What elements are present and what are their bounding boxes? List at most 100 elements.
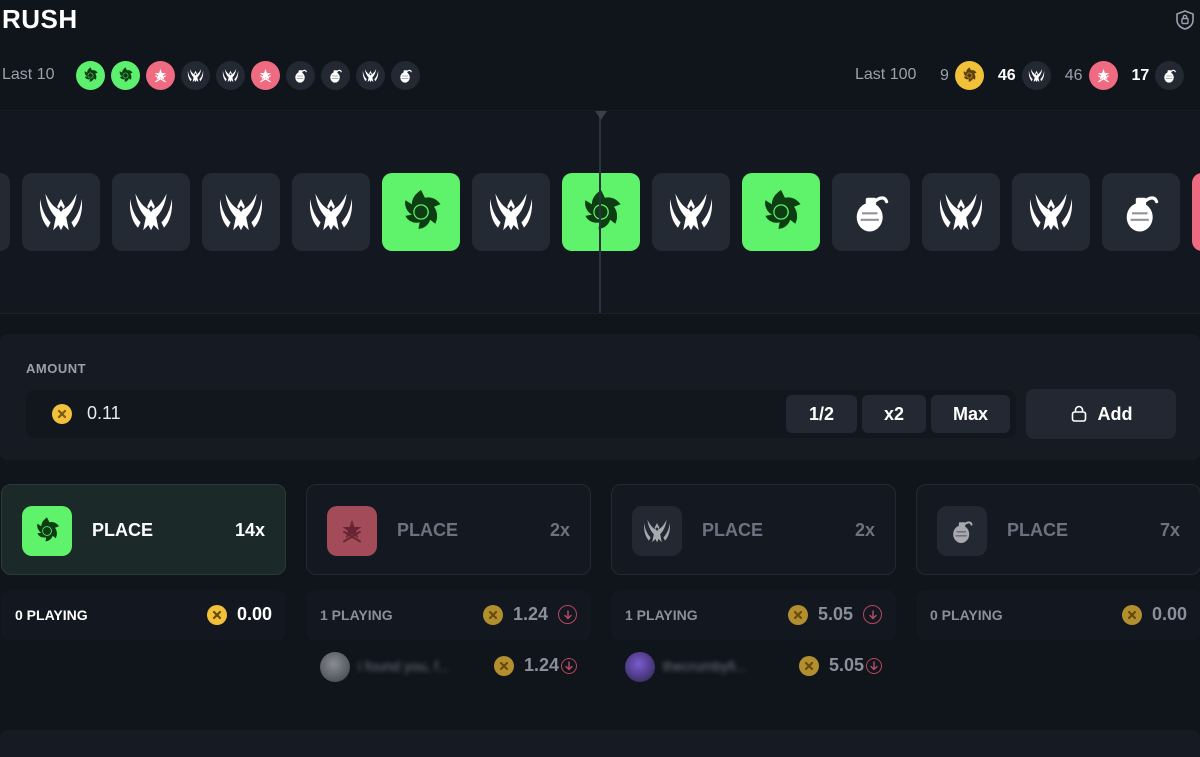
add-button[interactable]: Add <box>1026 389 1176 439</box>
roulette-tile-wings <box>202 173 280 251</box>
roulette-tile-partial <box>0 173 10 251</box>
place-bet-label: PLACE <box>397 520 459 540</box>
double-button[interactable]: x2 <box>862 395 926 433</box>
player-amount: 1.24 <box>493 655 577 676</box>
playing-count: 1 PLAYING <box>625 607 698 623</box>
last-100-count-bomb: 17 <box>1131 66 1150 84</box>
roulette-tile-wings <box>472 173 550 251</box>
fairness-shield-icon[interactable] <box>1174 9 1196 31</box>
avatar <box>625 652 655 682</box>
roulette-center-line <box>599 111 601 313</box>
coin-icon <box>493 655 514 676</box>
star-stat-icon <box>1088 61 1118 90</box>
max-button[interactable]: Max <box>931 395 1010 433</box>
bomb-history-icon <box>391 61 420 90</box>
roulette-tile-wings <box>112 173 190 251</box>
coin-icon <box>798 655 819 676</box>
playing-count: 0 PLAYING <box>930 607 1003 623</box>
player-name: i found you, f... <box>358 658 450 674</box>
wings-history-icon <box>216 61 245 90</box>
last-100-count-wings: 46 <box>997 66 1016 84</box>
coin-icon <box>52 404 72 424</box>
star-history-icon <box>146 61 175 90</box>
roulette-strip <box>0 110 1200 314</box>
wallet-icon <box>1070 405 1088 423</box>
bomb-history-icon <box>321 61 350 90</box>
player-row: i found you, f... 1.24 <box>306 650 591 684</box>
coin-icon <box>1121 604 1142 625</box>
coin-icon <box>787 604 808 625</box>
player-row: thecrumbyfi... 5.05 <box>611 650 896 684</box>
amount-value[interactable]: 0.11 <box>87 403 121 424</box>
bet-card-wings[interactable]: PLACE 2x <box>611 484 896 575</box>
spiral-icon <box>22 506 72 556</box>
page-title: RUSH <box>2 4 78 34</box>
spiral-history-icon <box>111 61 140 90</box>
bet-summary-row: 0 PLAYING 0.00 <box>1 590 286 640</box>
roulette-tile-wings <box>922 173 1000 251</box>
roulette-tile-spiral <box>562 173 640 251</box>
multiplier-label: 7x <box>1159 520 1180 540</box>
place-bet-label: PLACE <box>702 520 764 540</box>
player-amount: 5.05 <box>798 655 882 676</box>
roulette-tile-partial <box>1192 173 1200 251</box>
bet-total-value: 1.24 <box>512 604 548 624</box>
playing-count: 0 PLAYING <box>15 607 88 623</box>
multiplier-label: 2x <box>549 520 570 540</box>
bet-card-bomb[interactable]: PLACE 7x <box>916 484 1200 575</box>
arrow-down-icon[interactable] <box>866 657 882 674</box>
player-name: thecrumbyfi... <box>663 658 748 674</box>
bet-total: 1.24 <box>482 604 577 625</box>
amount-label: AMOUNT <box>26 361 87 376</box>
last-10-history <box>76 61 420 90</box>
bet-card-spiral[interactable]: PLACE 14x <box>1 484 286 575</box>
last-100-stats: 9 46 46 17 <box>940 61 1198 90</box>
coin-icon <box>482 604 503 625</box>
bomb-stat-icon <box>1155 61 1185 90</box>
coin-icon <box>206 604 227 625</box>
bottom-panel <box>0 730 1200 757</box>
spiral-stat-icon <box>954 61 984 90</box>
roulette-tile-bomb <box>832 173 910 251</box>
player-amount-value: 5.05 <box>828 655 864 675</box>
bet-summary-row: 1 PLAYING 1.24 <box>306 590 591 640</box>
last-100-count-star: 46 <box>1064 66 1083 84</box>
roulette-tile-wings <box>652 173 730 251</box>
multiplier-label: 14x <box>234 520 265 540</box>
roulette-pointer <box>595 111 607 120</box>
bet-total: 0.00 <box>206 604 272 625</box>
add-button-label: Add <box>1097 403 1133 424</box>
last-100-label: Last 100 <box>855 66 917 83</box>
roulette-tile-wings <box>292 173 370 251</box>
bomb-icon <box>937 506 987 556</box>
avatar <box>320 652 350 682</box>
half-button[interactable]: 1/2 <box>786 395 857 433</box>
roulette-tile-spiral <box>382 173 460 251</box>
arrow-down-icon[interactable] <box>561 657 577 674</box>
bet-summary-row: 0 PLAYING 0.00 <box>916 590 1200 640</box>
last-100-count-spiral: 9 <box>940 66 949 84</box>
wings-icon <box>632 506 682 556</box>
bet-card-star[interactable]: PLACE 2x <box>306 484 591 575</box>
roulette-tile-wings <box>1012 173 1090 251</box>
star-icon <box>327 506 377 556</box>
bet-total-value: 0.00 <box>236 604 272 624</box>
last-10-label: Last 10 <box>2 66 55 83</box>
player-amount-value: 1.24 <box>523 655 559 675</box>
bet-total-value: 5.05 <box>817 604 853 624</box>
wings-history-icon <box>356 61 385 90</box>
bet-summary-row: 1 PLAYING 5.05 <box>611 590 896 640</box>
wings-history-icon <box>181 61 210 90</box>
roulette-tile-spiral <box>742 173 820 251</box>
bet-total-value: 0.00 <box>1151 604 1187 624</box>
wings-stat-icon <box>1021 61 1051 90</box>
playing-count: 1 PLAYING <box>320 607 393 623</box>
bet-total: 5.05 <box>787 604 882 625</box>
roulette-tile-bomb <box>1102 173 1180 251</box>
place-bet-label: PLACE <box>92 520 154 540</box>
arrow-down-icon[interactable] <box>558 605 577 624</box>
spiral-history-icon <box>76 61 105 90</box>
amount-panel: AMOUNT 0.11 1/2 x2 Max Add <box>0 334 1200 460</box>
roulette-tile-wings <box>22 173 100 251</box>
arrow-down-icon[interactable] <box>863 605 882 624</box>
